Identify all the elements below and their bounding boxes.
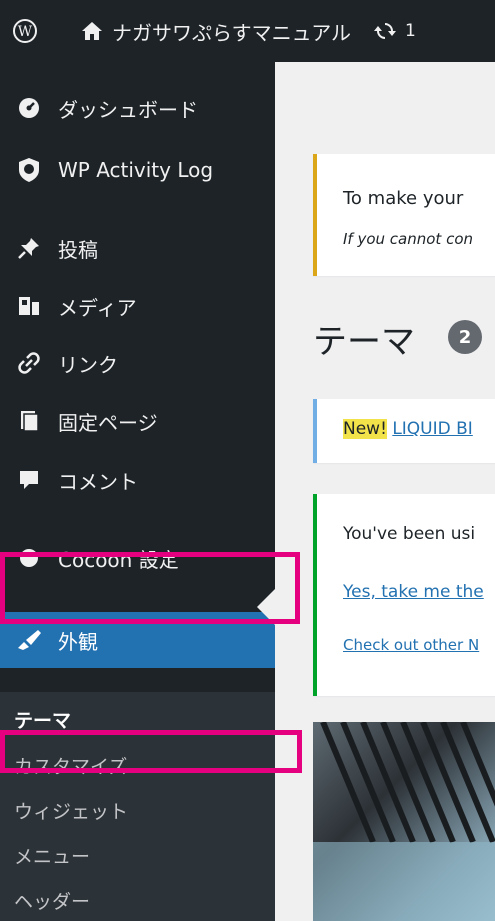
svg-text:W: W — [18, 24, 33, 40]
comment-icon — [16, 467, 42, 493]
menu-item-label: リンク — [58, 352, 118, 377]
highlight-customize-box — [0, 730, 302, 773]
main-content: To make your If you cannot con テーマ 2 New… — [275, 62, 495, 921]
theme-screenshot-image — [313, 722, 495, 921]
info-notice: New! LIQUID BI — [313, 399, 495, 463]
appearance-icon — [16, 627, 42, 653]
highlight-appearance-box — [0, 552, 300, 624]
link-icon — [16, 350, 42, 376]
warning-notice: To make your If you cannot con — [313, 154, 495, 276]
menu-item-pages[interactable]: 固定ページ — [0, 399, 275, 443]
menu-item-dashboard[interactable]: ダッシュボード — [0, 86, 275, 130]
warning-notice-subtext: If you cannot con — [343, 230, 474, 248]
menu-item-wp-activity-log[interactable]: WP Activity Log — [0, 148, 275, 192]
success-notice-link-p1: Yes, take me the — [343, 582, 484, 602]
menu-item-label: 固定ページ — [58, 410, 158, 435]
submenu-item-header[interactable]: ヘッダー — [14, 887, 90, 914]
success-notice: You've been usi Yes, take me the Check o… — [313, 494, 495, 696]
warning-notice-text: To make your — [343, 188, 464, 209]
menu-item-label: 外観 — [58, 629, 98, 654]
menu-item-label: コメント — [58, 469, 138, 494]
admin-sidebar: ダッシュボード WP Activity Log 投稿 メディア リンク 固定ペー… — [0, 62, 275, 921]
submenu-item-widgets[interactable]: ウィジェット — [14, 797, 128, 824]
updates-icon[interactable] — [373, 19, 397, 43]
liquid-link[interactable]: LIQUID BI — [392, 419, 473, 439]
update-count[interactable]: 1 — [405, 21, 416, 41]
menu-item-label: 投稿 — [58, 237, 98, 262]
page-title: テーマ — [313, 322, 415, 362]
activity-log-icon — [16, 157, 42, 183]
dashboard-icon — [16, 95, 42, 121]
menu-item-links[interactable]: リンク — [0, 341, 275, 385]
site-name-link[interactable]: ナガサワぷらすマニュアル — [112, 17, 351, 46]
take-me-there-link[interactable]: Yes, take me the — [343, 582, 484, 602]
admin-bar: W ナガサワぷらすマニュアル 1 — [0, 0, 495, 62]
menu-item-media[interactable]: メディア — [0, 284, 275, 328]
theme-count-badge: 2 — [448, 320, 482, 354]
wordpress-logo-icon[interactable]: W — [12, 18, 38, 44]
appearance-submenu: テーマ カスタマイズ ウィジェット メニュー ヘッダー — [0, 692, 275, 921]
media-icon — [16, 293, 42, 319]
theme-screenshot[interactable] — [313, 722, 495, 921]
success-notice-link-p2: Check out other N — [343, 636, 479, 654]
new-label: New! — [343, 419, 387, 439]
page-icon — [16, 408, 42, 434]
success-notice-text: You've been usi — [343, 524, 476, 544]
menu-item-posts[interactable]: 投稿 — [0, 226, 275, 270]
pin-icon — [16, 235, 42, 261]
menu-item-label: WP Activity Log — [58, 158, 214, 182]
info-notice-text: New! LIQUID BI — [343, 419, 473, 439]
menu-item-comments[interactable]: コメント — [0, 458, 275, 502]
home-icon[interactable] — [80, 19, 104, 43]
submenu-item-themes[interactable]: テーマ — [14, 706, 71, 733]
menu-item-label: メディア — [58, 295, 137, 320]
check-out-other-link[interactable]: Check out other N — [343, 636, 479, 654]
menu-item-label: ダッシュボード — [58, 97, 198, 122]
submenu-item-menus[interactable]: メニュー — [14, 842, 90, 869]
